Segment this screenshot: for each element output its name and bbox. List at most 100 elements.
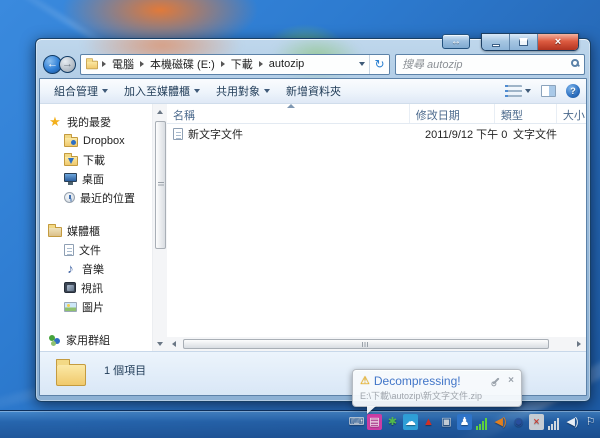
autozip-tray-icon[interactable]: ▤	[367, 414, 382, 430]
scroll-right-button[interactable]	[572, 337, 586, 351]
file-rows: 新文字文件 2011/9/12 下午 0... 文字文件	[167, 124, 586, 337]
name-header-label: 名稱	[173, 110, 195, 122]
music-note-icon: ♪	[67, 260, 74, 276]
file-name: 新文字文件	[188, 128, 243, 141]
sidebar-item-dropbox[interactable]: Dropbox	[40, 131, 152, 150]
notification-close-icon[interactable]: ×	[508, 376, 514, 386]
scrollbar-thumb[interactable]	[183, 339, 549, 349]
preview-pane-button[interactable]	[541, 85, 556, 97]
forward-button[interactable]: →	[59, 55, 76, 73]
add-to-library-button[interactable]: 加入至媒體櫃	[116, 80, 208, 102]
breadcrumb-item-autozip[interactable]: autozip	[266, 58, 307, 70]
scroll-left-button[interactable]	[167, 337, 181, 351]
network-users-icon[interactable]: ♟	[457, 414, 472, 430]
main-area: ★ 我的最愛 Dropbox 下載 桌面 最近的位置 媒體櫃 文件 ♪ 音樂 視…	[40, 104, 586, 351]
snap-tool-button[interactable]: ↔	[442, 34, 470, 49]
scroll-up-button[interactable]	[153, 104, 168, 119]
dropbox-label: Dropbox	[83, 134, 125, 147]
input-language-icon[interactable]: ⌨	[349, 414, 365, 430]
star-icon: ★	[49, 113, 61, 129]
close-icon: ×	[554, 36, 562, 48]
preview-pane-icon	[541, 85, 556, 97]
sidebar-item-pictures[interactable]: 圖片	[40, 297, 152, 316]
breadcrumb-separator-icon	[220, 61, 225, 67]
help-icon: ?	[566, 84, 580, 98]
column-header-type[interactable]: 類型	[495, 104, 557, 123]
sidebar-scrollbar[interactable]	[152, 104, 167, 351]
minimize-button[interactable]	[482, 34, 510, 50]
desktop-monitor-icon	[64, 173, 77, 185]
search-icon[interactable]	[571, 58, 579, 67]
alert-app-icon[interactable]: ▲	[421, 414, 436, 430]
sidebar-item-recent-places[interactable]: 最近的位置	[40, 188, 152, 207]
cloud-sync-icon[interactable]: ☁	[403, 414, 418, 430]
share-with-button[interactable]: 共用對象	[208, 80, 278, 102]
organize-button[interactable]: 組合管理	[46, 80, 116, 102]
browser-icon[interactable]: ◉	[511, 414, 526, 430]
chevron-down-icon	[359, 62, 365, 66]
new-folder-button[interactable]: 新增資料夾	[278, 80, 349, 102]
column-headers: 名稱 修改日期 類型 大小	[167, 104, 586, 124]
scroll-down-button[interactable]	[153, 336, 168, 351]
sidebar-item-desktop[interactable]: 桌面	[40, 169, 152, 188]
breadcrumb-item-drive-e[interactable]: 本機磁碟 (E:)	[147, 56, 218, 72]
wrench-icon[interactable]	[492, 377, 500, 385]
libraries-icon	[48, 223, 62, 237]
sidebar-section-libraries[interactable]: 媒體櫃	[40, 221, 152, 240]
horizontal-scrollbar[interactable]	[167, 337, 586, 351]
maximize-button[interactable]	[510, 34, 538, 50]
pictures-label: 圖片	[82, 301, 104, 314]
address-bar-row: ← → 電腦 本機磁碟 (E:) 下載 autozip ↻	[39, 52, 587, 78]
help-button[interactable]: ?	[566, 84, 580, 98]
sidebar-section-favorites[interactable]: ★ 我的最愛	[40, 112, 152, 131]
volume-icon[interactable]: ◀)	[565, 414, 580, 430]
display-settings-icon[interactable]: ▣	[439, 414, 454, 430]
refresh-icon: ↻	[374, 57, 385, 71]
command-toolbar: 組合管理 加入至媒體櫃 共用對象 新增資料夾 ?	[40, 79, 586, 104]
homegroup-icon	[48, 334, 61, 346]
search-input[interactable]	[396, 55, 584, 74]
sidebar-item-documents[interactable]: 文件	[40, 240, 152, 259]
explorer-client-area: 組合管理 加入至媒體櫃 共用對象 新增資料夾 ? ★ 我的最愛 Dropbox …	[39, 78, 587, 396]
action-center-flag-icon[interactable]: ⚐	[583, 414, 598, 430]
column-header-date-modified[interactable]: 修改日期	[410, 104, 495, 123]
dropbox-folder-icon	[64, 133, 78, 147]
text-file-icon	[173, 127, 183, 140]
file-row-new-text-document[interactable]: 新文字文件 2011/9/12 下午 0... 文字文件	[167, 124, 586, 143]
taskbar[interactable]: ⌨ ▤ ✱ ☁ ▲ ▣ ♟ ◀) ◉ × ◀) ⚐	[0, 410, 600, 438]
refresh-button[interactable]: ↻	[369, 54, 389, 74]
titlebar[interactable]: ↔ ×	[39, 33, 587, 52]
recent-places-label: 最近的位置	[80, 192, 135, 205]
power-disconnected-icon[interactable]: ×	[529, 414, 544, 430]
picture-icon	[64, 301, 77, 312]
column-header-size[interactable]: 大小	[557, 104, 586, 123]
address-dropdown-button[interactable]	[355, 55, 369, 74]
breadcrumb[interactable]: 電腦 本機磁碟 (E:) 下載 autozip	[81, 55, 355, 74]
new-folder-label: 新增資料夾	[286, 86, 341, 98]
sidebar-item-downloads[interactable]: 下載	[40, 150, 152, 169]
scrollbar-thumb[interactable]	[154, 121, 166, 249]
close-button[interactable]: ×	[538, 34, 578, 50]
signal-strength-icon[interactable]	[547, 414, 562, 430]
sidebar-item-videos[interactable]: 視訊	[40, 278, 152, 297]
notification-file-path: E:\下載\autozip\新文字文件.zip	[360, 391, 483, 401]
audio-app-icon[interactable]: ◀)	[493, 414, 508, 430]
favorites-label: 我的最愛	[67, 116, 111, 129]
downloads-folder-icon	[64, 152, 78, 166]
sidebar-section-homegroup[interactable]: 家用群組	[40, 330, 152, 349]
maximize-icon	[519, 38, 528, 46]
forward-arrow-icon: →	[62, 58, 73, 70]
scroll-down-icon	[157, 341, 163, 346]
sidebar-item-music[interactable]: ♪ 音樂	[40, 259, 152, 278]
list-view-icon	[505, 85, 522, 97]
column-header-name[interactable]: 名稱	[167, 104, 410, 123]
antivirus-icon[interactable]: ✱	[385, 414, 400, 430]
add-to-library-label: 加入至媒體櫃	[124, 86, 190, 98]
wireless-signal-icon[interactable]	[475, 414, 490, 430]
breadcrumb-item-computer[interactable]: 電腦	[109, 56, 137, 72]
homegroup-label: 家用群組	[66, 334, 110, 347]
chevron-down-icon	[525, 89, 531, 93]
breadcrumb-item-downloads[interactable]: 下載	[228, 56, 256, 72]
change-view-button[interactable]	[505, 85, 531, 97]
scroll-up-icon	[157, 109, 163, 114]
